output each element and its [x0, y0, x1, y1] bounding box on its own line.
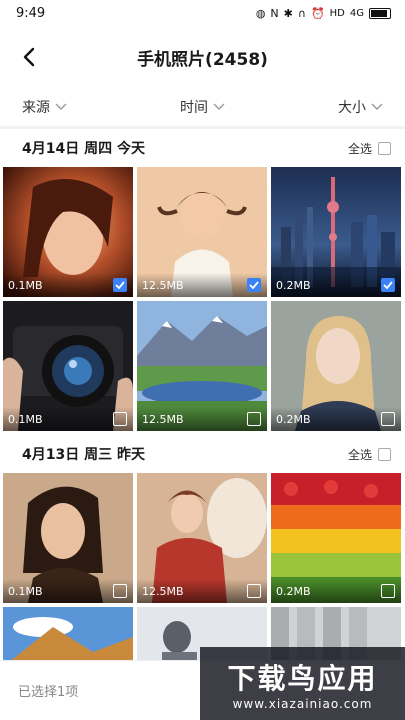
photo-size: 12.5MB	[142, 278, 184, 292]
select-all-yesterday[interactable]: 全选	[348, 446, 391, 463]
photo-size: 0.1MB	[8, 278, 43, 292]
photo-tile[interactable]: 12.5MB	[137, 167, 267, 297]
section-date: 4月13日 周三 昨天	[22, 447, 145, 463]
photo-overlay: 12.5MB	[137, 407, 267, 431]
photo-overlay: 0.2MB	[271, 579, 401, 603]
photo-size: 0.1MB	[8, 412, 43, 426]
photo-checkbox[interactable]	[113, 584, 127, 598]
select-all-label: 全选	[347, 141, 372, 156]
check-icon	[383, 281, 393, 289]
section-header-today: 4月14日 周四 今天 全选	[0, 129, 405, 167]
selected-count: 已选择1项	[18, 685, 79, 700]
check-icon	[115, 281, 125, 289]
photo-size: 0.2MB	[276, 278, 311, 292]
back-arrow-icon	[23, 47, 35, 67]
photo-tile[interactable]: 0.2MB	[271, 167, 401, 297]
bluetooth-icon: ✱	[283, 6, 293, 20]
photo-size: 12.5MB	[142, 412, 184, 426]
check-icon	[249, 281, 259, 289]
photo-overlay: 0.2MB	[271, 407, 401, 431]
photo-checkbox[interactable]	[381, 412, 395, 426]
photo-tile[interactable]: 0.1MB	[3, 473, 133, 603]
back-button[interactable]	[14, 42, 44, 72]
select-all-today[interactable]: 全选	[348, 140, 391, 157]
page-title: 手机照片(2458)	[137, 49, 268, 70]
photo-checkbox[interactable]	[381, 278, 395, 292]
notification-icon: ◍	[255, 6, 266, 20]
nfc-icon: N	[270, 6, 279, 20]
filter-source[interactable]: 来源	[22, 97, 67, 117]
status-icons: ◍ N ✱ ∩ ⏰ HD 4G	[255, 6, 391, 20]
header: 手机照片(2458)	[0, 26, 405, 88]
photo-size: 0.2MB	[276, 584, 311, 598]
photo-overlay: 0.1MB	[3, 407, 133, 431]
network-label: HD	[329, 7, 345, 19]
photo-overlay: 0.1MB	[3, 273, 133, 297]
photo-checkbox[interactable]	[247, 584, 261, 598]
photo-checkbox[interactable]	[247, 278, 261, 292]
photo-tile[interactable]: 0.1MB	[3, 301, 133, 431]
signal-label: 4G	[349, 7, 364, 19]
filter-size[interactable]: 大小	[338, 97, 383, 117]
photo-grid-today: 0.1MB 12.5MB 0.2MB 0.1MB 12.5MB 0.2MB	[3, 167, 402, 431]
filter-time-label: 时间	[180, 100, 208, 116]
photo-checkbox[interactable]	[381, 584, 395, 598]
alarm-icon: ⏰	[310, 6, 325, 20]
photo-checkbox[interactable]	[247, 412, 261, 426]
photo-overlay: 12.5MB	[137, 579, 267, 603]
watermark-url: www.xiazainiao.com	[232, 696, 373, 711]
chevron-down-icon	[55, 103, 67, 110]
select-all-checkbox[interactable]	[378, 141, 391, 155]
status-time: 9:49	[16, 5, 46, 21]
chevron-down-icon	[371, 103, 383, 110]
photo-tile[interactable]: 0.2MB	[271, 473, 401, 603]
photo-overlay: 12.5MB	[137, 273, 267, 297]
photo-tile[interactable]: 0.2MB	[271, 301, 401, 431]
photo-tile[interactable]: 12.5MB	[137, 301, 267, 431]
select-all-label: 全选	[347, 447, 372, 462]
chevron-down-icon	[213, 103, 225, 110]
status-bar: 9:49 ◍ N ✱ ∩ ⏰ HD 4G	[0, 0, 405, 26]
photo-overlay: 0.2MB	[271, 273, 401, 297]
photo-tile[interactable]: 12.5MB	[137, 473, 267, 603]
section-header-yesterday: 4月13日 周三 昨天 全选	[0, 435, 405, 473]
photo-tile[interactable]: 0.1MB	[3, 167, 133, 297]
filter-size-label: 大小	[338, 100, 366, 116]
photo-size: 0.1MB	[8, 584, 43, 598]
photo-size: 12.5MB	[142, 584, 184, 598]
section-date: 4月14日 周四 今天	[22, 141, 145, 157]
photo-checkbox[interactable]	[113, 278, 127, 292]
watermark-title: 下载鸟应用	[227, 661, 378, 695]
battery-icon	[369, 7, 391, 19]
photo-checkbox[interactable]	[113, 412, 127, 426]
filter-source-label: 来源	[22, 100, 50, 116]
headphones-icon: ∩	[297, 6, 306, 20]
filter-time[interactable]: 时间	[180, 97, 225, 117]
select-all-checkbox[interactable]	[378, 447, 391, 461]
photo-overlay: 0.1MB	[3, 579, 133, 603]
photo-size: 0.2MB	[276, 412, 311, 426]
filter-bar: 来源 时间 大小	[0, 88, 405, 126]
watermark: 下载鸟应用 www.xiazainiao.com	[200, 647, 405, 720]
